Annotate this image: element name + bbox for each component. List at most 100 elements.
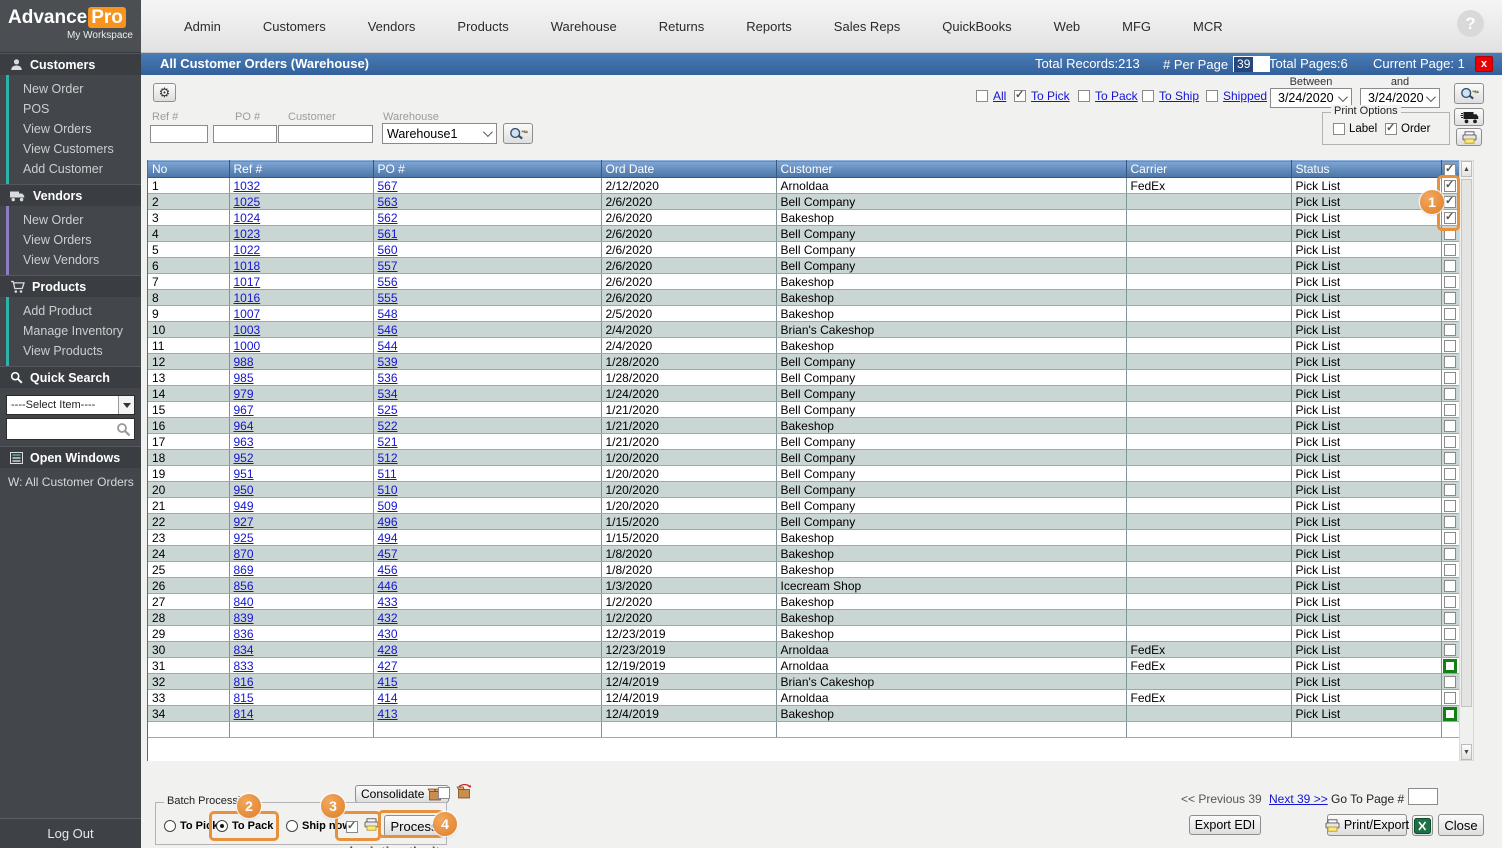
cell-ref-link[interactable]: 1017 xyxy=(234,275,261,289)
sidebar-section-vendors[interactable]: Vendors xyxy=(0,184,141,206)
radio-button[interactable] xyxy=(286,820,298,832)
scroll-up-button[interactable]: ▲ xyxy=(1461,161,1472,177)
batch-print-checkbox[interactable] xyxy=(346,821,358,833)
search-icon[interactable] xyxy=(116,422,131,437)
row-checkbox[interactable] xyxy=(1444,212,1456,224)
cell-po-link[interactable]: 457 xyxy=(378,547,398,561)
cell-po-link[interactable]: 413 xyxy=(378,707,398,721)
cell-po-link[interactable]: 536 xyxy=(378,371,398,385)
label-checkbox[interactable]: Label xyxy=(1333,123,1377,135)
row-checkbox[interactable] xyxy=(1444,404,1456,416)
row-checkbox[interactable] xyxy=(1444,244,1456,256)
row-checkbox[interactable] xyxy=(1444,612,1456,624)
cell-ref-link[interactable]: 815 xyxy=(234,691,254,705)
checkbox[interactable] xyxy=(1078,90,1090,102)
checkbox[interactable] xyxy=(1385,123,1397,135)
status-filter-label[interactable]: All xyxy=(993,89,1006,103)
sidebar-section-products[interactable]: Products xyxy=(0,275,141,297)
row-checkbox[interactable] xyxy=(1444,276,1456,288)
cell-select[interactable] xyxy=(1441,306,1459,322)
nav-item-vendors[interactable]: Vendors xyxy=(347,19,437,34)
cell-select[interactable] xyxy=(1441,386,1459,402)
cell-ref-link[interactable]: 1018 xyxy=(234,259,261,273)
status-filter-label[interactable]: To Ship xyxy=(1159,89,1199,103)
cell-ref-link[interactable]: 950 xyxy=(234,483,254,497)
goto-page-input[interactable] xyxy=(1408,788,1438,805)
warehouse-select[interactable]: Warehouse1 xyxy=(382,123,497,144)
cell-ref-link[interactable]: 988 xyxy=(234,355,254,369)
cell-po-link[interactable]: 511 xyxy=(378,467,397,481)
export-edi-button[interactable]: Export EDI xyxy=(1189,815,1261,835)
column-header-status[interactable]: Status xyxy=(1291,161,1441,178)
cell-po-link[interactable]: 561 xyxy=(378,227,398,241)
cell-po-link[interactable]: 446 xyxy=(378,579,398,593)
cell-select[interactable] xyxy=(1441,274,1459,290)
row-checkbox[interactable] xyxy=(1444,308,1456,320)
nav-item-mcr[interactable]: MCR xyxy=(1172,19,1244,34)
nav-item-mfg[interactable]: MFG xyxy=(1101,19,1172,34)
cell-po-link[interactable]: 556 xyxy=(378,275,398,289)
cell-po-link[interactable]: 525 xyxy=(378,403,398,417)
cell-po-link[interactable]: 432 xyxy=(378,611,398,625)
sidebar-item-products-view-products[interactable]: View Products xyxy=(9,341,141,361)
consolidate-checkbox[interactable] xyxy=(438,787,450,799)
nav-item-quickbooks[interactable]: QuickBooks xyxy=(921,19,1032,34)
sidebar-item-customers-new-order[interactable]: New Order xyxy=(9,79,141,99)
cell-po-link[interactable]: 544 xyxy=(378,339,398,353)
row-checkbox[interactable] xyxy=(1444,532,1456,544)
batch-radio-ship-now[interactable]: Ship now xyxy=(286,820,351,832)
cell-ref-link[interactable]: 1022 xyxy=(234,243,261,257)
cell-select[interactable] xyxy=(1441,706,1459,722)
cell-ref-link[interactable]: 836 xyxy=(234,627,254,641)
row-checkbox[interactable] xyxy=(1444,468,1456,480)
sidebar-item-customers-view-orders[interactable]: View Orders xyxy=(9,119,141,139)
cell-select[interactable] xyxy=(1441,530,1459,546)
sidebar-item-vendors-view-orders[interactable]: View Orders xyxy=(9,230,141,250)
cell-select[interactable] xyxy=(1441,674,1459,690)
row-checkbox[interactable] xyxy=(1444,644,1456,656)
row-checkbox[interactable] xyxy=(1444,452,1456,464)
sidebar-item-products-add-product[interactable]: Add Product xyxy=(9,301,141,321)
cell-select[interactable] xyxy=(1441,258,1459,274)
cell-po-link[interactable]: 456 xyxy=(378,563,398,577)
print-button[interactable] xyxy=(1456,128,1482,146)
scrollbar-thumb[interactable] xyxy=(1461,179,1472,707)
excel-export-button[interactable] xyxy=(1412,815,1433,836)
cell-select[interactable] xyxy=(1441,482,1459,498)
cell-ref-link[interactable]: 1032 xyxy=(234,179,261,193)
batch-radio-to-pick[interactable]: To Pick xyxy=(164,820,218,832)
next-page-link[interactable]: Next 39 >> xyxy=(1269,792,1328,806)
row-checkbox[interactable] xyxy=(1444,564,1456,576)
cell-ref-link[interactable]: 964 xyxy=(234,419,254,433)
column-header-po[interactable]: PO # xyxy=(373,161,601,178)
cell-po-link[interactable]: 512 xyxy=(378,451,398,465)
cell-select[interactable] xyxy=(1441,178,1459,194)
row-checkbox[interactable] xyxy=(1444,292,1456,304)
batch-radio-to-pack[interactable]: To Pack xyxy=(216,820,273,832)
row-checkbox[interactable] xyxy=(1443,659,1457,673)
cell-po-link[interactable]: 560 xyxy=(378,243,398,257)
cell-ref-link[interactable]: 839 xyxy=(234,611,254,625)
cell-po-link[interactable]: 414 xyxy=(378,691,398,705)
po-filter-input[interactable] xyxy=(213,125,277,143)
filter-search-button[interactable] xyxy=(503,123,533,144)
status-filter-label[interactable]: To Pick xyxy=(1031,89,1070,103)
checkbox[interactable] xyxy=(1333,123,1345,135)
cell-ref-link[interactable]: 816 xyxy=(234,675,254,689)
radio-button[interactable] xyxy=(216,820,228,832)
cell-po-link[interactable]: 548 xyxy=(378,307,398,321)
cell-ref-link[interactable]: 1000 xyxy=(234,339,261,353)
cell-select[interactable] xyxy=(1441,434,1459,450)
cell-select[interactable] xyxy=(1441,594,1459,610)
cell-ref-link[interactable]: 814 xyxy=(234,707,254,721)
column-header-customer[interactable]: Customer xyxy=(776,161,1126,178)
checkbox[interactable] xyxy=(1206,90,1218,102)
quick-search-input[interactable] xyxy=(6,418,135,440)
nav-item-reports[interactable]: Reports xyxy=(725,19,813,34)
quick-search-select[interactable]: ----Select Item---- xyxy=(6,395,135,415)
cell-select[interactable] xyxy=(1441,642,1459,658)
order-checkbox[interactable]: Order xyxy=(1385,123,1430,135)
cell-po-link[interactable]: 496 xyxy=(378,515,398,529)
cell-ref-link[interactable]: 951 xyxy=(234,467,254,481)
checkbox[interactable] xyxy=(976,90,988,102)
